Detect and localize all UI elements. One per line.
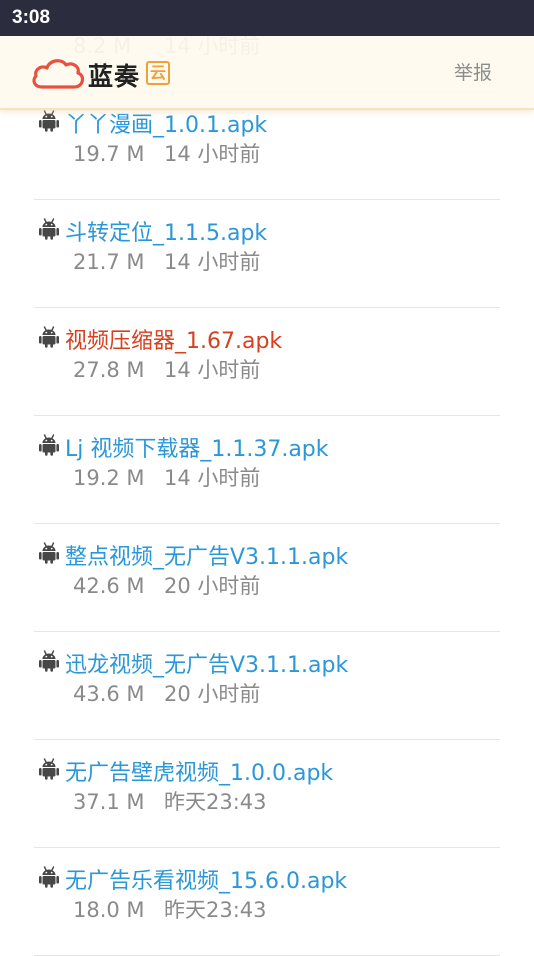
android-icon: [39, 542, 59, 564]
android-icon: [39, 110, 59, 132]
file-time: 昨天23:43: [164, 790, 267, 814]
android-icon: [39, 326, 59, 348]
file-name-link[interactable]: 迅龙视频_无广告V3.1.1.apk: [65, 647, 348, 679]
file-list-item[interactable]: 斗转定位_1.1.5.apk 21.7 M 14 小时前: [34, 200, 500, 308]
file-list-item[interactable]: 迅龙视频_无广告V3.1.1.apk 43.6 M 20 小时前: [34, 632, 500, 740]
android-icon: [39, 758, 59, 780]
file-time: 14 小时前: [164, 142, 261, 166]
logo-text: 蓝奏: [88, 62, 141, 91]
file-size: 19.7 M: [73, 142, 145, 166]
file-name-link[interactable]: 视频压缩器_1.67.apk: [65, 323, 282, 355]
status-bar: 3:08: [0, 0, 534, 36]
file-list-item[interactable]: Lj 视频下载器_1.1.37.apk 19.2 M 14 小时前: [34, 416, 500, 524]
file-time: 昨天23:43: [164, 898, 267, 922]
file-time: 14 小时前: [164, 250, 261, 274]
file-size: 37.1 M: [73, 790, 145, 814]
file-list-item[interactable]: 视频压缩器_1.67.apk 27.8 M 14 小时前: [34, 308, 500, 416]
file-name-link[interactable]: 无广告乐看视频_15.6.0.apk: [65, 863, 347, 895]
cloud-icon: [32, 59, 85, 89]
file-size: 19.2 M: [73, 466, 145, 490]
file-list-item[interactable]: 整点视频_无广告V3.1.1.apk 42.6 M 20 小时前: [34, 524, 500, 632]
file-name-link[interactable]: Lj 视频下载器_1.1.37.apk: [65, 431, 329, 463]
file-meta: 37.1 M 昨天23:43: [73, 786, 267, 816]
file-size: 21.7 M: [73, 250, 145, 274]
lanzou-logo[interactable]: 蓝奏 云: [30, 52, 180, 92]
file-meta: 27.8 M 14 小时前: [73, 354, 260, 384]
file-name-link[interactable]: 无广告壁虎视频_1.0.0.apk: [65, 755, 333, 787]
android-icon: [39, 218, 59, 240]
file-name-link[interactable]: 整点视频_无广告V3.1.1.apk: [65, 539, 348, 571]
file-time: 14 小时前: [164, 358, 261, 382]
file-time: 20 小时前: [164, 682, 261, 706]
app-header: 蓝奏 云 举报: [0, 36, 534, 110]
report-link[interactable]: 举报: [454, 58, 492, 85]
file-size: 18.0 M: [73, 898, 145, 922]
file-meta: 43.6 M 20 小时前: [73, 678, 260, 708]
file-meta: 19.7 M 14 小时前: [73, 138, 260, 168]
status-time: 3:08: [12, 7, 51, 28]
file-name-link[interactable]: 丫丫漫画_1.0.1.apk: [65, 107, 267, 139]
file-name-link[interactable]: 斗转定位_1.1.5.apk: [65, 215, 267, 247]
file-time: 20 小时前: [164, 574, 261, 598]
file-time: 14 小时前: [164, 466, 261, 490]
file-meta: 42.6 M 20 小时前: [73, 570, 260, 600]
file-meta: 18.0 M 昨天23:43: [73, 894, 267, 924]
android-icon: [39, 866, 59, 888]
file-list-item[interactable]: 无广告壁虎视频_1.0.0.apk 37.1 M 昨天23:43: [34, 740, 500, 848]
file-size: 42.6 M: [73, 574, 145, 598]
file-size: 27.8 M: [73, 358, 145, 382]
file-list-item[interactable]: 无广告乐看视频_15.6.0.apk 18.0 M 昨天23:43: [34, 848, 500, 956]
android-icon: [39, 650, 59, 672]
file-meta: 19.2 M 14 小时前: [73, 462, 260, 492]
android-icon: [39, 434, 59, 456]
logo-badge: 云: [146, 61, 170, 85]
file-meta: 21.7 M 14 小时前: [73, 246, 260, 276]
file-size: 43.6 M: [73, 682, 145, 706]
